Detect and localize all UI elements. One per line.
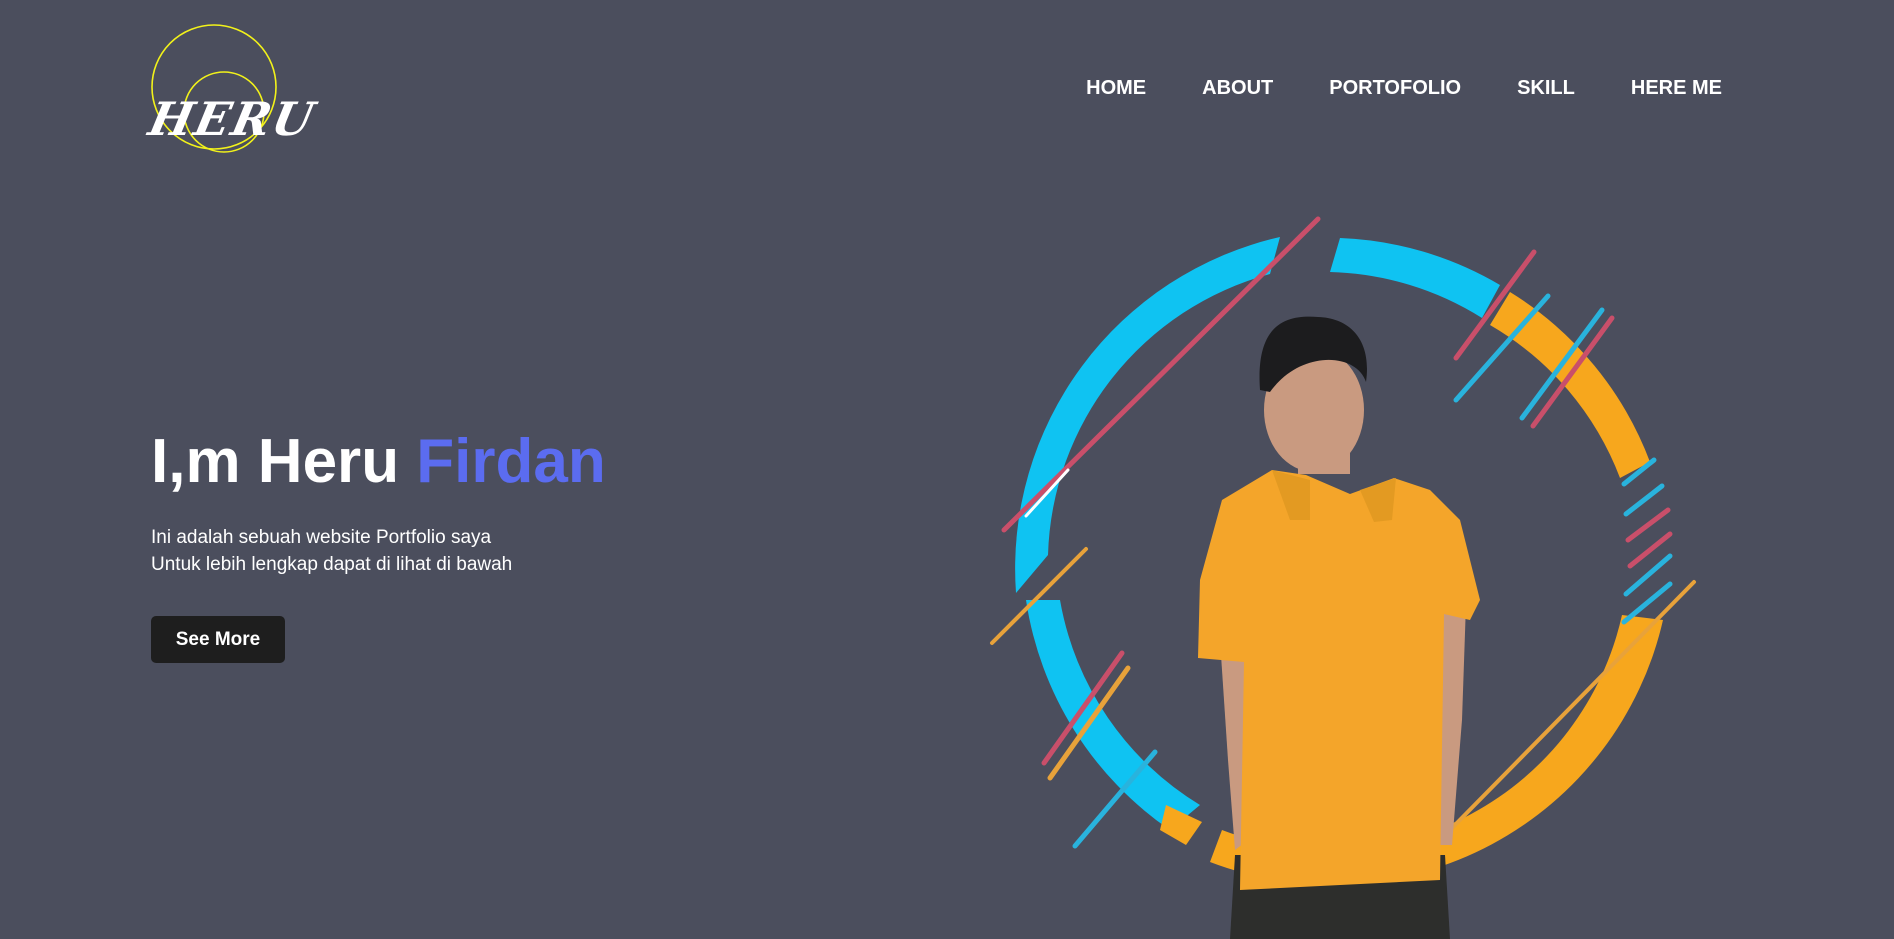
hero-subtitle-line-1: Ini adalah sebuah website Portfolio saya <box>151 527 492 548</box>
decorative-ring <box>1015 237 1663 885</box>
stripe <box>1072 749 1158 849</box>
nav-here-me[interactable]: HERE ME <box>1631 77 1722 100</box>
left-arm <box>1220 640 1252 850</box>
pants <box>1230 855 1450 939</box>
right-arm <box>1432 600 1466 845</box>
nav-portofolio[interactable]: PORTOFOLIO <box>1329 77 1461 100</box>
ring-segment-orange-right <box>1490 292 1650 478</box>
stripe <box>1621 457 1657 487</box>
see-more-button[interactable]: See More <box>151 616 285 663</box>
stripe <box>1448 580 1696 832</box>
stripe <box>1519 307 1605 421</box>
ring-segment-blue-left <box>1015 237 1280 593</box>
stripe <box>1453 249 1537 361</box>
hero-title-accent: Firdan <box>416 427 606 496</box>
face <box>1264 348 1364 472</box>
logo-text: HERU <box>144 92 321 146</box>
hero-subtitle-line-2: Untuk lebih lengkap dapat di lihat di ba… <box>151 554 513 575</box>
stripe <box>1047 665 1131 781</box>
stripe <box>1621 581 1673 625</box>
decorative-stripes <box>990 216 1696 849</box>
neck <box>1298 418 1350 474</box>
nav-home[interactable]: HOME <box>1086 77 1146 100</box>
ring-segment-blue-lower <box>1026 600 1200 830</box>
stripe <box>1530 315 1615 429</box>
ring-segment-orange-bottom <box>1210 615 1663 885</box>
logo[interactable]: HERU <box>144 22 321 153</box>
main-nav: HOME ABOUT PORTOFOLIO SKILL HERE ME <box>1086 77 1722 100</box>
stripe <box>1453 293 1551 403</box>
nav-about[interactable]: ABOUT <box>1202 77 1273 100</box>
ring-segment-orange-small <box>1160 805 1202 845</box>
hero-subtitle: Ini adalah sebuah website Portfolio saya… <box>151 524 512 578</box>
hero-title-name: I,m Heru <box>151 427 400 496</box>
ring-segment-blue-top <box>1330 238 1500 318</box>
nav-skill[interactable]: SKILL <box>1517 77 1575 100</box>
stripe <box>1001 216 1321 533</box>
stripe <box>1623 553 1673 597</box>
stripe <box>1625 507 1671 543</box>
portrait-photo <box>1198 316 1480 939</box>
hair <box>1259 316 1367 392</box>
hero-title: I,m Heru Firdan <box>151 426 606 497</box>
stripe <box>1627 531 1673 569</box>
collar <box>1272 470 1396 522</box>
shirt <box>1198 470 1480 890</box>
stripe <box>1024 468 1070 518</box>
stripe <box>1623 483 1665 517</box>
stripe <box>1041 650 1125 766</box>
stripe <box>990 547 1088 645</box>
